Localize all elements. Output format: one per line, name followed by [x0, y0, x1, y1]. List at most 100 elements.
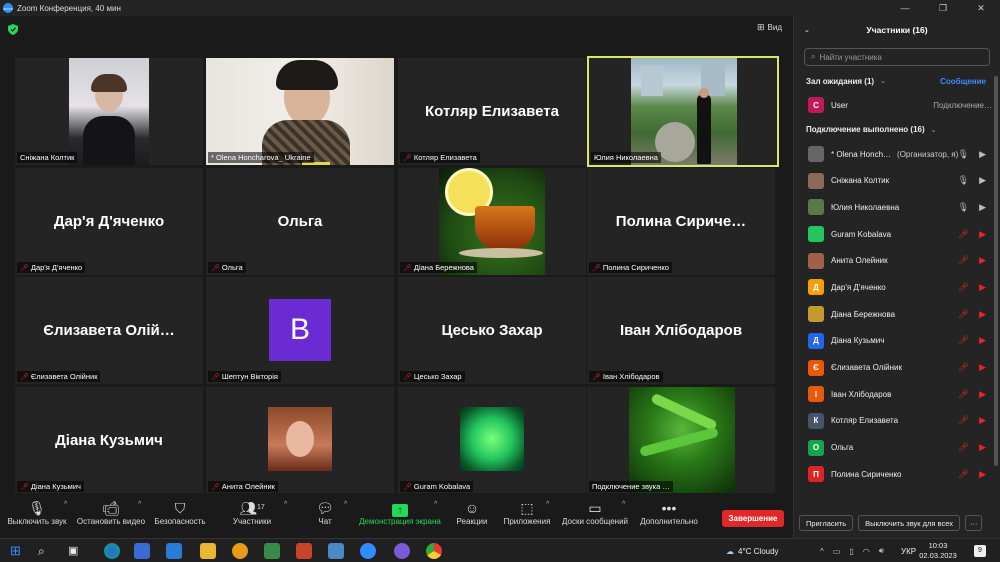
- photos-icon[interactable]: [328, 543, 344, 559]
- video-tile[interactable]: B 🎤︎ Шептун Вікторія: [206, 277, 394, 384]
- video-tile[interactable]: Котляр Елизавета 🎤︎ Котляр Елизавета: [398, 58, 586, 165]
- wifi-icon[interactable]: ◠: [863, 547, 870, 556]
- video-tile[interactable]: Єлизавета Олій… 🎤︎ Єлизавета Олійник: [15, 277, 203, 384]
- zoom-app-icon[interactable]: [360, 543, 376, 559]
- video-tile[interactable]: Подключение звука …: [587, 387, 775, 494]
- participant-row[interactable]: Діана Бережнова 🎤︎ ▶︎: [794, 301, 1000, 328]
- minimize-button[interactable]: —: [886, 3, 924, 13]
- reactions-button[interactable]: ☺︎ Реакции: [452, 499, 492, 526]
- participant-row[interactable]: Guram Kobalava 🎤︎ ▶︎: [794, 221, 1000, 248]
- video-tile[interactable]: Полина Сириче… 🎤︎ Полина Сириченко: [587, 168, 775, 275]
- participant-row[interactable]: О Ольга 🎤︎ ▶︎: [794, 434, 1000, 461]
- participant-row[interactable]: * Olena Honch… (Организатор, я) 🎙︎ ▶︎: [794, 141, 1000, 168]
- store-icon[interactable]: [134, 543, 150, 559]
- invite-button[interactable]: Пригласить: [799, 515, 854, 531]
- avatar: П: [808, 466, 824, 483]
- apps-button[interactable]: ⬚ Приложения ^: [502, 499, 552, 526]
- search-participant-input[interactable]: ⌕ Найти участника: [804, 48, 990, 66]
- chevron-up-icon[interactable]: ^: [64, 501, 67, 508]
- whiteboards-button[interactable]: ▭ Доски сообщений ^: [560, 499, 630, 526]
- message-button[interactable]: Сообщение: [940, 77, 986, 86]
- more-dots-icon: •••: [661, 500, 677, 516]
- participant-row[interactable]: Д Діана Кузьмич 🎤︎ ▶︎: [794, 328, 1000, 355]
- search-icon[interactable]: ⌕: [38, 543, 54, 559]
- app-icon[interactable]: [232, 543, 248, 559]
- video-tile[interactable]: Цесько Захар 🎤︎ Цесько Захар: [398, 277, 586, 384]
- participant-row[interactable]: Сніжана Колтик 🎙︎ ▶︎: [794, 167, 1000, 194]
- mail-icon[interactable]: [166, 543, 182, 559]
- participant-row[interactable]: К Котляр Елизавета 🎤︎ ▶︎: [794, 408, 1000, 435]
- video-off-icon: ▶︎: [979, 255, 986, 266]
- participant-row[interactable]: Юлия Николаевна 🎙︎ ▶︎: [794, 194, 1000, 221]
- participant-video: [206, 58, 394, 165]
- participant-row[interactable]: Є Єлизавета Олійник 🎤︎ ▶︎: [794, 354, 1000, 381]
- language-indicator[interactable]: УКР: [901, 539, 916, 562]
- shield-icon[interactable]: [8, 24, 18, 35]
- powerpoint-icon[interactable]: [296, 543, 312, 559]
- weather-widget[interactable]: ☁︎ 4°C Cloudy: [726, 539, 779, 562]
- mic-muted-icon: 🎤︎: [20, 484, 29, 491]
- task-view-icon[interactable]: ▣: [68, 543, 84, 559]
- security-button[interactable]: ⛉ Безопасность: [153, 499, 207, 526]
- more-options-button[interactable]: ···: [964, 515, 983, 531]
- grid-icon: ⊞: [756, 22, 765, 32]
- chevron-down-icon[interactable]: ⌄: [804, 26, 810, 34]
- chevron-up-icon[interactable]: ^: [284, 501, 287, 508]
- video-tile[interactable]: Сніжана Колтик: [15, 58, 203, 165]
- participant-row[interactable]: І Іван Хлібодаров 🎤︎ ▶︎: [794, 381, 1000, 408]
- chevron-up-icon[interactable]: ^: [622, 501, 625, 508]
- tile-name-label: 🎤︎ Діана Бережнова: [400, 262, 477, 273]
- waiting-participant-row[interactable]: C User Подключение…: [794, 92, 1000, 119]
- windows-start-icon[interactable]: ⊞: [10, 543, 26, 559]
- edge-browser-icon[interactable]: [104, 543, 120, 559]
- chevron-up-icon[interactable]: ^: [820, 547, 824, 556]
- file-explorer-icon[interactable]: [200, 543, 216, 559]
- clock[interactable]: 10:03 02.03.2023: [918, 541, 958, 561]
- participant-status-icons: 🎤︎ ▶︎: [958, 389, 986, 400]
- connected-section[interactable]: Подключение выполнено (16) ⌄: [794, 119, 1000, 141]
- notifications-badge[interactable]: 9: [974, 545, 986, 557]
- chrome-icon[interactable]: [426, 543, 442, 559]
- viber-icon[interactable]: [394, 543, 410, 559]
- participant-row[interactable]: П Полина Сириченко 🎤︎ ▶︎: [794, 461, 1000, 488]
- waiting-room-section[interactable]: Зал ожидания (1) ⌄ Сообщение: [794, 70, 1000, 92]
- video-tile[interactable]: Діана Кузьмич 🎤︎ Діана Кузьмич: [15, 387, 203, 494]
- mute-button[interactable]: 🎙︎ Выключить звук ^: [6, 499, 68, 526]
- video-tile[interactable]: Дар'я Д'яченко 🎤︎ Дар'я Д'яченко: [15, 168, 203, 275]
- chat-button[interactable]: 💬︎ Чат ^: [312, 499, 347, 526]
- video-tile[interactable]: 🎤︎ Guram Kobalava: [398, 387, 586, 494]
- chevron-up-icon[interactable]: ^: [138, 501, 141, 508]
- close-button[interactable]: ✕: [962, 3, 1000, 14]
- scrollbar[interactable]: [994, 76, 998, 466]
- participant-name-display: Полина Сириче…: [615, 213, 747, 230]
- video-tile-active-speaker[interactable]: Юлия Николаевна: [587, 56, 779, 167]
- mute-all-button[interactable]: Выключить звук для всех: [858, 515, 960, 531]
- calculator-icon[interactable]: [264, 543, 280, 559]
- end-meeting-button[interactable]: Завершение: [722, 510, 784, 527]
- participant-row[interactable]: Д Дар'я Д'яченко 🎤︎ ▶︎: [794, 274, 1000, 301]
- video-tile[interactable]: Ольга 🎤︎ Ольга: [206, 168, 394, 275]
- video-tile[interactable]: * Olena Honcharova_ Ukraine: [206, 58, 394, 165]
- tile-name-label: 🎤︎ Guram Kobalava: [400, 481, 474, 492]
- more-button[interactable]: ••• Дополнительно: [638, 499, 700, 526]
- maximize-button[interactable]: ❐: [924, 3, 962, 14]
- participants-button[interactable]: 👥︎17 Участники ^: [230, 499, 287, 526]
- tile-name-label: * Olena Honcharova_ Ukraine: [208, 152, 314, 163]
- video-tile[interactable]: Іван Хлібодаров 🎤︎ Іван Хлібодаров: [587, 277, 775, 384]
- tile-name-label: 🎤︎ Єлизавета Олійник: [17, 371, 101, 382]
- participant-row[interactable]: Анита Олейник 🎤︎ ▶︎: [794, 247, 1000, 274]
- network-icon[interactable]: ▭: [833, 547, 841, 556]
- share-screen-button[interactable]: ↑ Демонстрация экрана ^: [356, 499, 444, 526]
- video-off-icon: ▶︎: [979, 415, 986, 426]
- video-tile[interactable]: 🎤︎ Анита Олейник: [206, 387, 394, 494]
- mic-muted-icon: 🎤︎: [957, 308, 970, 319]
- stop-video-button[interactable]: 📹︎ Остановить видео ^: [76, 499, 146, 526]
- chevron-up-icon[interactable]: ^: [434, 501, 437, 508]
- view-button[interactable]: ⊞ Вид: [757, 22, 782, 33]
- battery-icon[interactable]: ▯: [849, 547, 853, 556]
- mic-muted-icon: 🎤︎: [957, 442, 970, 453]
- video-tile[interactable]: 🎤︎ Діана Бережнова: [398, 168, 586, 275]
- chevron-up-icon[interactable]: ^: [546, 501, 549, 508]
- chevron-up-icon[interactable]: ^: [344, 501, 347, 508]
- volume-icon[interactable]: 🔊︎: [879, 546, 884, 556]
